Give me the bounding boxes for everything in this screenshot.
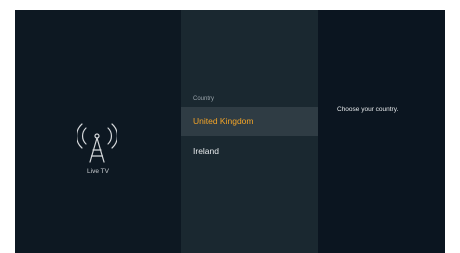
country-list: Country United Kingdom Ireland [181,10,318,253]
antenna-icon [77,123,117,163]
source-label: Live TV [87,168,109,175]
list-header: Country [193,96,215,102]
help-text: Choose your country. [337,106,399,113]
country-option-ireland[interactable]: Ireland [181,137,318,166]
country-option-united-kingdom[interactable]: United Kingdom [181,107,318,136]
tv-screen: Live TV Country United Kingdom Ireland C… [15,10,445,253]
input-source-pane: Live TV [15,10,181,253]
help-pane: Choose your country. [318,10,445,253]
